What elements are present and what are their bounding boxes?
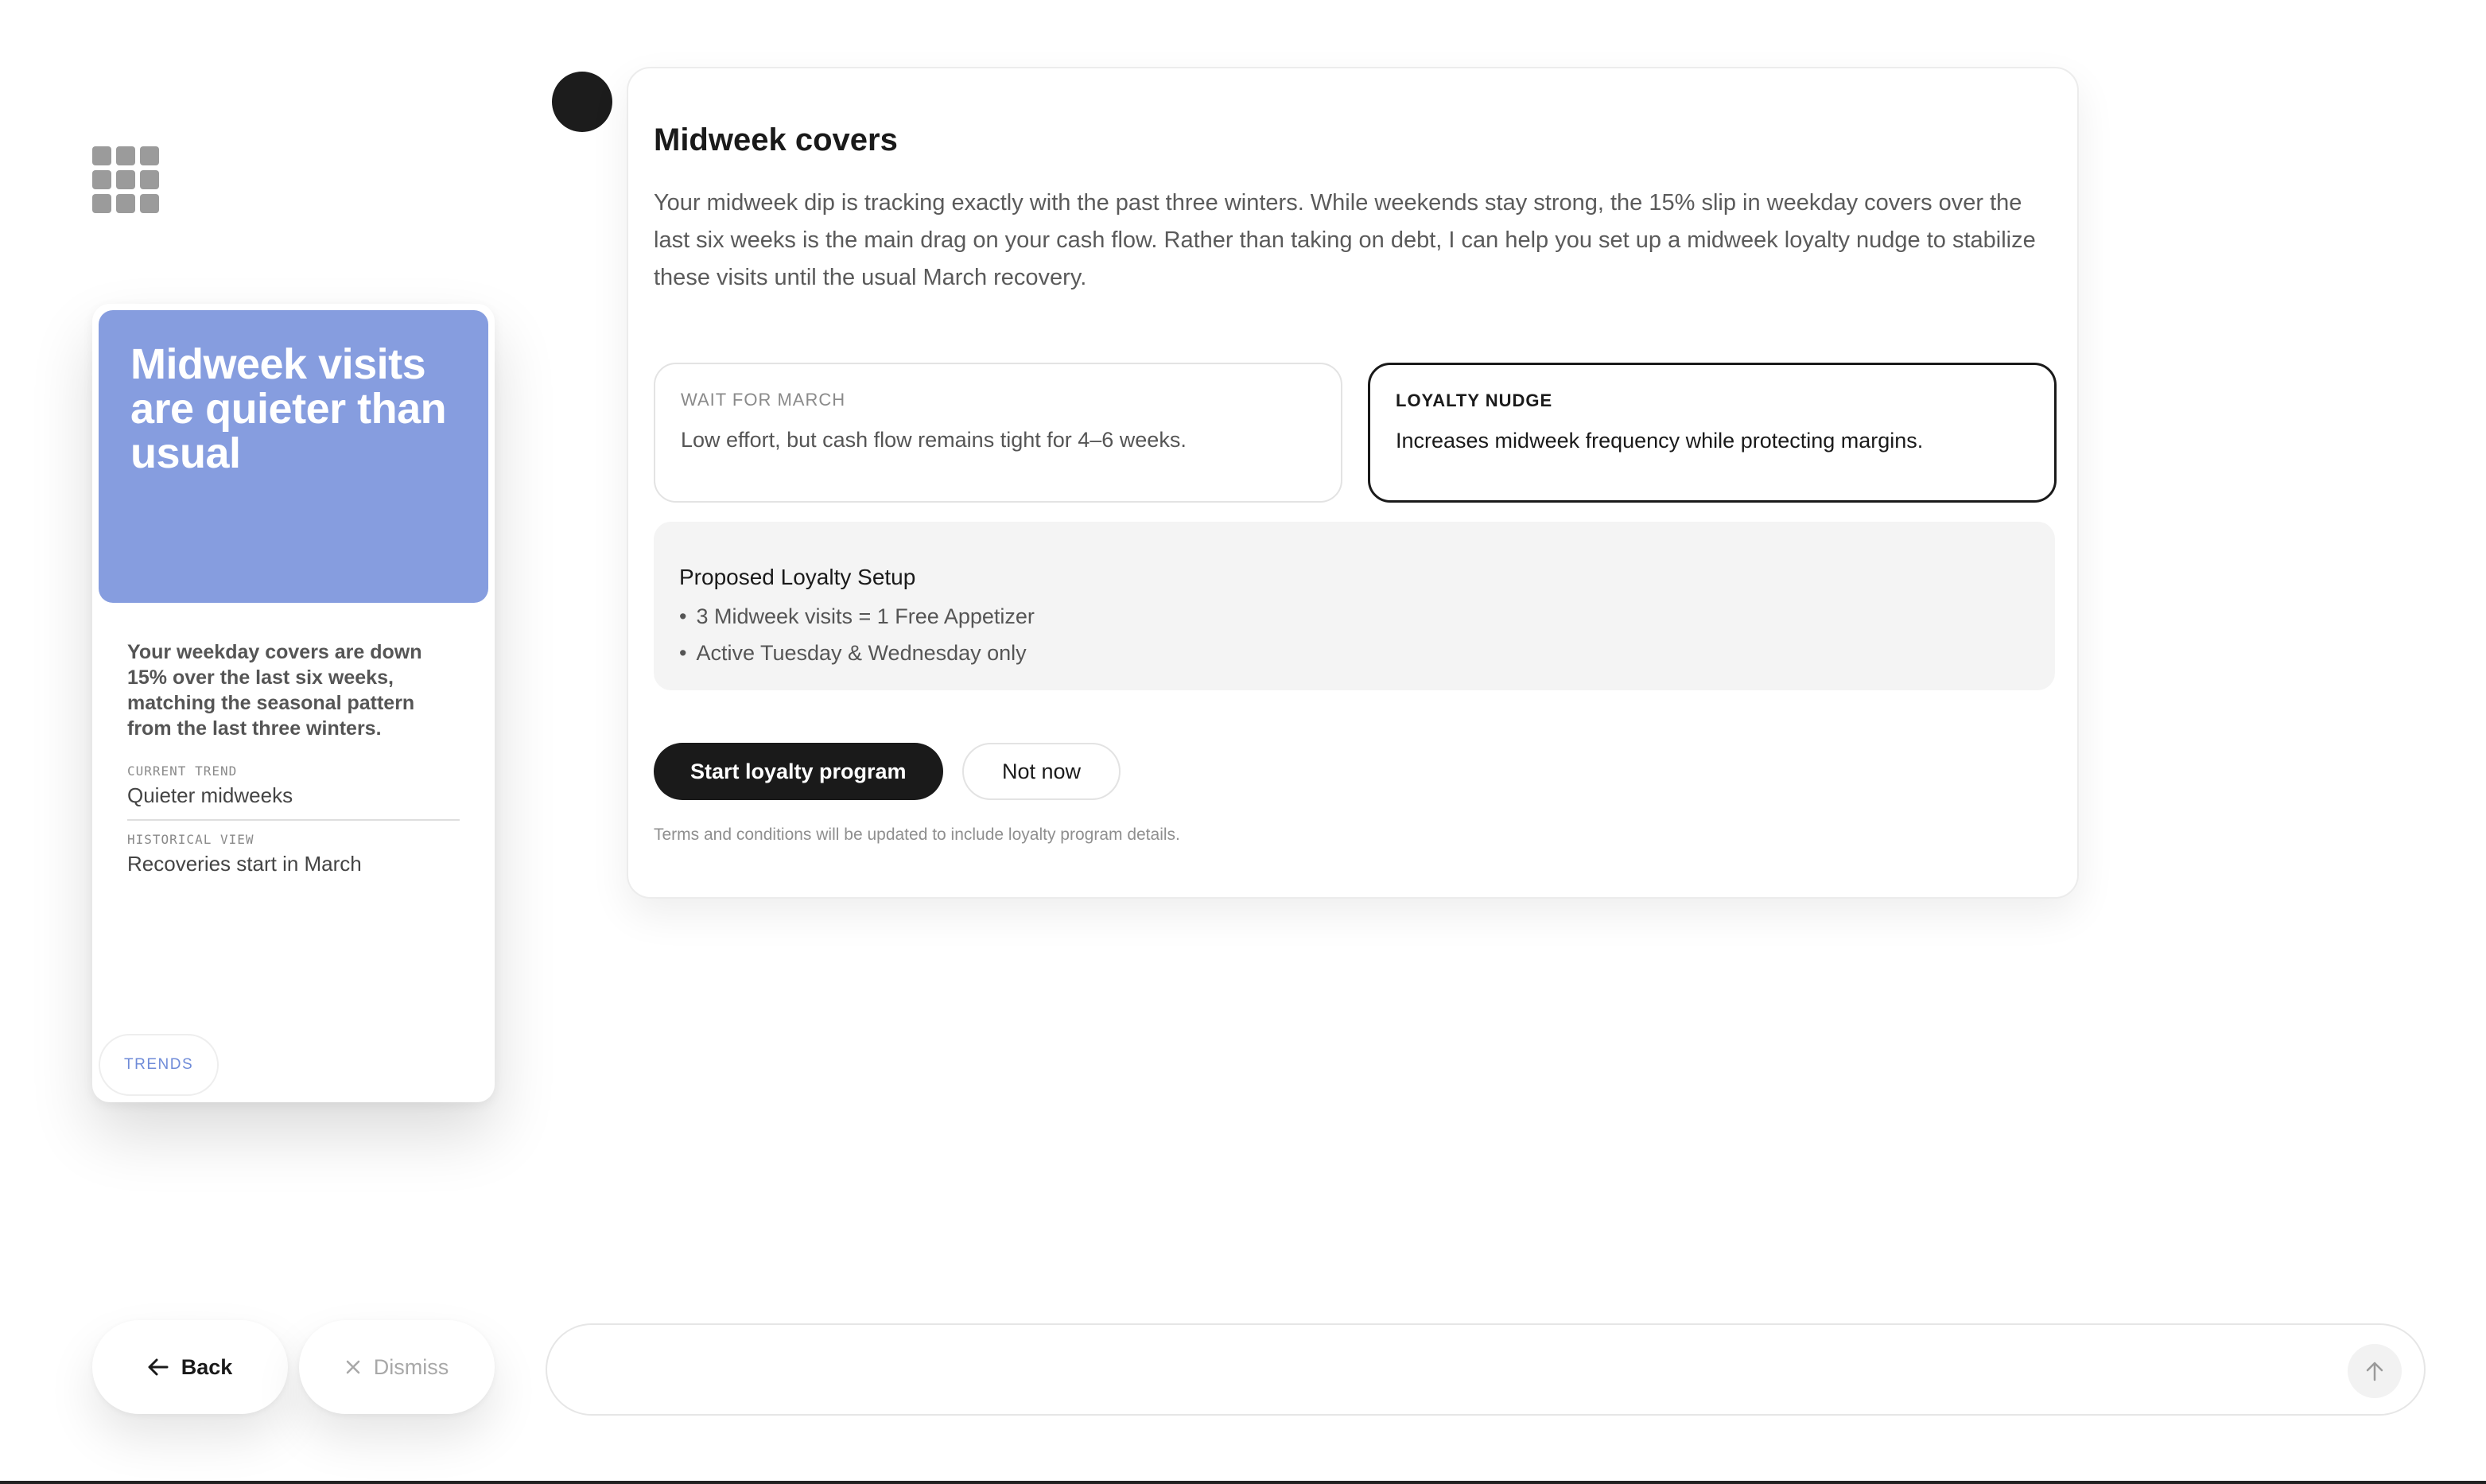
trend-row-current: CURRENT TREND Quieter midweeks xyxy=(127,752,460,819)
message-body: Your midweek dip is tracking exactly wit… xyxy=(654,190,2036,290)
trend-body: Your weekday covers are down 15% over th… xyxy=(127,639,460,888)
back-button[interactable]: Back xyxy=(92,1320,288,1414)
dismiss-label: Dismiss xyxy=(373,1354,449,1379)
row-label: HISTORICAL VIEW xyxy=(127,832,254,847)
trends-tag[interactable]: TRENDS xyxy=(99,1034,219,1096)
trend-description: Your weekday covers are down 15% over th… xyxy=(127,641,422,740)
row-value: Quieter midweeks xyxy=(127,783,293,807)
message-input[interactable] xyxy=(582,1347,2316,1395)
not-now-button[interactable]: Not now xyxy=(962,743,1121,800)
app-window: Midweek visits are quieter than usual Yo… xyxy=(0,0,2486,1484)
dismiss-button[interactable]: Dismiss xyxy=(299,1320,495,1414)
message-card: Midweek covers Your midweek dip is track… xyxy=(627,67,2079,899)
assistant-avatar xyxy=(552,72,612,132)
trend-row-historical: HISTORICAL VIEW Recoveries start in Marc… xyxy=(127,819,460,888)
start-loyalty-program-button[interactable]: Start loyalty program xyxy=(654,743,943,800)
back-label: Back xyxy=(181,1354,233,1379)
option-wait-for-march[interactable]: WAIT FOR MARCH Low effort, but cash flow… xyxy=(654,363,1342,503)
trend-hero: Midweek visits are quieter than usual xyxy=(99,310,488,603)
trend-card: Midweek visits are quieter than usual Yo… xyxy=(92,304,495,1102)
loyalty-setup-box: Proposed Loyalty Setup 3 Midweek visits … xyxy=(654,522,2055,690)
trend-headline: Midweek visits are quieter than usual xyxy=(130,340,447,477)
option-description: Increases midweek frequency while protec… xyxy=(1396,429,1924,453)
setup-item: Active Tuesday & Wednesday only xyxy=(679,635,2030,671)
row-value: Recoveries start in March xyxy=(127,852,362,876)
option-label: WAIT FOR MARCH xyxy=(681,390,846,410)
send-button[interactable] xyxy=(2348,1344,2402,1398)
window-edge xyxy=(0,1481,2486,1484)
setup-item: 3 Midweek visits = 1 Free Appetizer xyxy=(679,598,2030,635)
row-label: CURRENT TREND xyxy=(127,763,238,779)
arrow-up-icon xyxy=(2366,1362,2383,1381)
option-loyalty-nudge[interactable]: LOYALTY NUDGE Increases midweek frequenc… xyxy=(1368,363,2057,503)
close-icon xyxy=(346,1360,359,1374)
grid-icon[interactable] xyxy=(92,146,159,213)
terms-note: Terms and conditions will be updated to … xyxy=(654,826,1180,844)
option-description: Low effort, but cash flow remains tight … xyxy=(681,428,1187,452)
message-composer xyxy=(546,1323,2426,1416)
arrow-left-icon xyxy=(148,1358,169,1376)
message-title: Midweek covers xyxy=(654,122,898,157)
option-label: LOYALTY NUDGE xyxy=(1396,390,1553,410)
setup-title: Proposed Loyalty Setup xyxy=(679,565,916,589)
